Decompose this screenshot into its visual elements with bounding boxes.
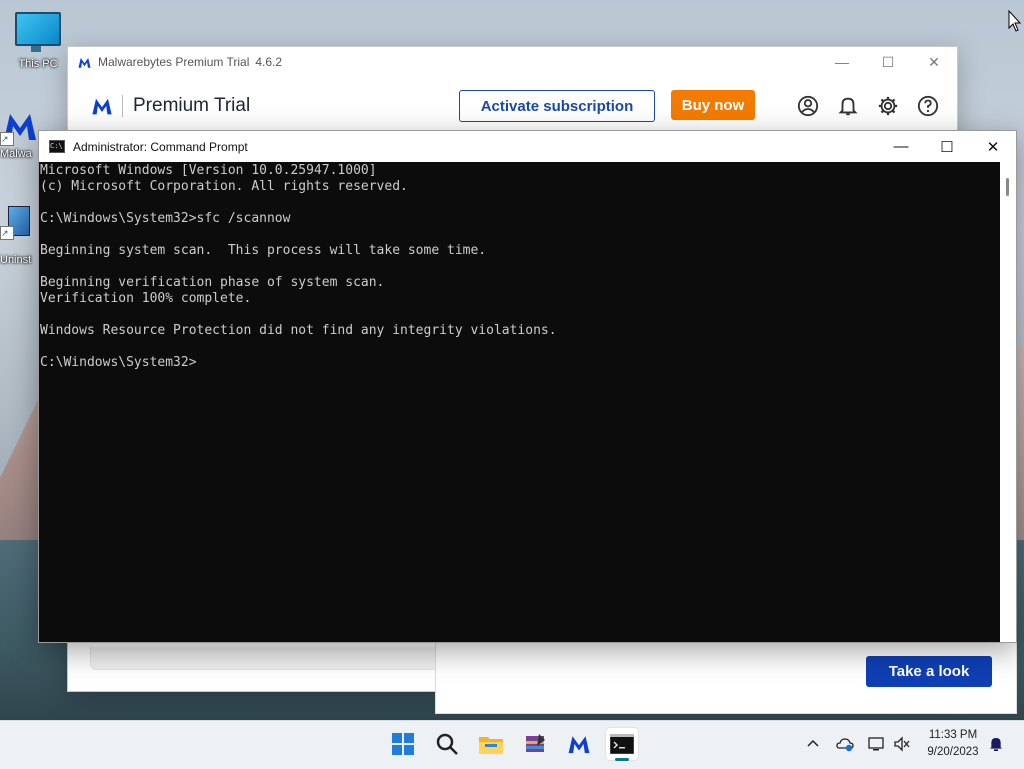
- clock-time: 11:33 PM: [928, 729, 978, 741]
- close-button[interactable]: ✕: [970, 138, 1016, 156]
- mouse-cursor-icon: [1008, 10, 1022, 32]
- console-line: C:\Windows\System32>sfc /scannow: [40, 211, 291, 226]
- account-icon[interactable]: [797, 95, 819, 117]
- malwarebytes-logo-icon: [92, 98, 112, 115]
- minimize-button[interactable]: —: [878, 138, 924, 156]
- chevron-up-icon[interactable]: [804, 735, 822, 753]
- version-label: 4.6.2: [255, 55, 283, 69]
- file-explorer-icon[interactable]: [475, 728, 507, 760]
- notification-bell-icon[interactable]: [987, 735, 1005, 753]
- console-line: Windows Resource Protection did not find…: [40, 323, 557, 338]
- cmd-window-title: Administrator: Command Prompt: [73, 139, 248, 154]
- uninstall-icon: ↗: [0, 202, 30, 240]
- system-clock[interactable]: 11:33 PM 9/20/2023: [918, 727, 988, 761]
- close-button[interactable]: ✕: [911, 54, 957, 71]
- desktop-icon-malwarebytes[interactable]: ↗ Malwa: [0, 106, 40, 160]
- cmd-scrollbar[interactable]: [1000, 162, 1016, 642]
- maximize-button[interactable]: ☐: [924, 138, 970, 156]
- shortcut-arrow-icon: ↗: [0, 226, 14, 240]
- monitor-icon: [15, 12, 61, 52]
- desktop-icon-uninstall[interactable]: ↗ Uninst: [0, 202, 40, 266]
- buy-now-button[interactable]: Buy now: [671, 90, 755, 120]
- shortcut-arrow-icon: ↗: [0, 132, 14, 146]
- desktop-icon-this-pc[interactable]: This PC: [4, 12, 72, 70]
- gear-icon[interactable]: [877, 95, 899, 117]
- volume-muted-icon[interactable]: [893, 735, 911, 753]
- maximize-button[interactable]: ☐: [865, 54, 911, 71]
- cmd-console-output[interactable]: Microsoft Windows [Version 10.0.25947.10…: [39, 162, 1000, 642]
- take-a-look-button[interactable]: Take a look: [866, 656, 992, 687]
- minimize-button[interactable]: —: [819, 54, 865, 71]
- malwarebytes-logo-icon: ↗: [0, 106, 40, 146]
- archive-app-icon[interactable]: [519, 728, 551, 760]
- start-icon[interactable]: [387, 728, 419, 760]
- malwarebytes-logo-icon: [78, 57, 91, 68]
- console-line: Verification 100% complete.: [40, 291, 252, 306]
- command-prompt-icon: C:\: [49, 140, 65, 153]
- dashboard-card: [90, 647, 438, 670]
- console-line: Beginning system scan. This process will…: [40, 243, 487, 258]
- desktop-icon-label: This PC: [18, 58, 58, 70]
- network-icon[interactable]: [867, 735, 885, 753]
- command-prompt-window[interactable]: C:\ Administrator: Command Prompt — ☐ ✕ …: [38, 130, 1017, 643]
- help-icon[interactable]: [917, 95, 939, 117]
- desktop-icon-label: Uninst: [0, 254, 32, 266]
- bell-icon[interactable]: [837, 95, 859, 117]
- notification-panel: Take a look: [435, 640, 1017, 714]
- console-line: (c) Microsoft Corporation. All rights re…: [40, 179, 408, 194]
- clock-date: 9/20/2023: [927, 746, 979, 758]
- malwarebytes-icon[interactable]: [563, 728, 595, 760]
- cmd-titlebar[interactable]: C:\ Administrator: Command Prompt — ☐ ✕: [39, 131, 1016, 162]
- desktop-icon-label: Malwa: [0, 148, 32, 160]
- onedrive-icon[interactable]: [836, 735, 854, 753]
- command-prompt-icon[interactable]: [606, 728, 638, 760]
- malwarebytes-titlebar[interactable]: Malwarebytes Premium Trial 4.6.2 — ☐ ✕: [68, 47, 957, 77]
- search-icon[interactable]: [431, 728, 463, 760]
- console-line: Microsoft Windows [Version 10.0.25947.10…: [40, 163, 377, 178]
- activate-subscription-button[interactable]: Activate subscription: [459, 90, 655, 122]
- console-prompt-line[interactable]: C:\Windows\System32>: [40, 355, 1000, 371]
- console-line: Beginning verification phase of system s…: [40, 275, 385, 290]
- scrollbar-thumb[interactable]: [1006, 178, 1009, 196]
- window-title: Malwarebytes Premium Trial: [98, 55, 250, 69]
- active-app-indicator: [615, 758, 629, 761]
- product-name: Premium Trial: [122, 95, 250, 117]
